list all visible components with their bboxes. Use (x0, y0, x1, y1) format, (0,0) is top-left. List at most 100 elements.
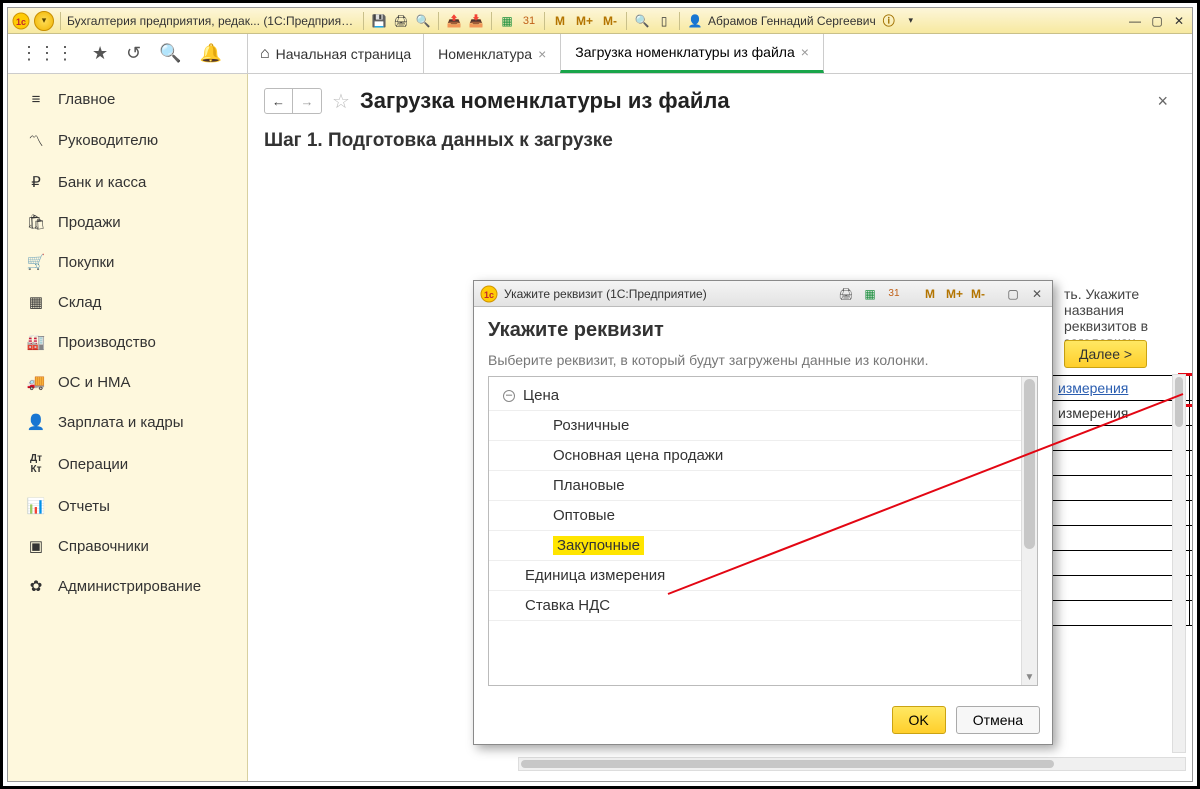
ok-button[interactable]: OK (892, 706, 946, 734)
vertical-scrollbar[interactable] (1172, 374, 1186, 753)
calendar-icon[interactable]: 31 (885, 285, 903, 303)
cell-price[interactable]: 195 (1190, 601, 1193, 626)
logo-1c: 1c (12, 12, 30, 30)
preview-icon[interactable]: 🔍 (414, 12, 432, 30)
sidebar-item-purchases[interactable]: 🛒Покупки (8, 242, 247, 282)
cell-unit[interactable] (1050, 451, 1190, 476)
cell-price[interactable]: 210 (1190, 576, 1193, 601)
cell-unit[interactable] (1050, 526, 1190, 551)
save-icon[interactable]: 💾 (370, 12, 388, 30)
tab-nomenclature[interactable]: Номенклатура × (423, 34, 561, 73)
favorite-star-icon[interactable]: ☆ (332, 89, 350, 114)
sidebar-item-main[interactable]: ≡Главное (8, 80, 247, 119)
panel-icon[interactable]: ▯ (655, 12, 673, 30)
cell-price[interactable]: 180 (1190, 501, 1193, 526)
calculator-icon[interactable]: ▦ (498, 12, 516, 30)
operations-icon: ДтКт (26, 453, 46, 475)
tree-scrollbar[interactable]: ▲ ▼ (1021, 377, 1037, 685)
sidebar-item-warehouse[interactable]: ▦Склад (8, 282, 247, 322)
m-plus-button[interactable]: M+ (945, 285, 964, 303)
cell-price[interactable]: 180 (1190, 476, 1193, 501)
cell-price[interactable]: 55 (1190, 551, 1193, 576)
m-plus-button[interactable]: M+ (573, 12, 596, 30)
notifications-icon[interactable]: 🔔 (200, 43, 222, 64)
truck-icon: 🚚 (26, 373, 46, 391)
sidebar-item-production[interactable]: 🏭Производство (8, 322, 247, 362)
tab-home[interactable]: ⌂ Начальная страница (247, 34, 424, 73)
m-minus-button[interactable]: M- (600, 12, 620, 30)
tree-node[interactable]: Розничные (489, 411, 1037, 441)
nav-back-forward[interactable]: ← → (264, 88, 322, 114)
maximize-icon[interactable]: ▢ (1004, 285, 1022, 303)
cell-unit[interactable] (1050, 551, 1190, 576)
collapse-icon[interactable]: – (503, 390, 515, 402)
books-icon: ▣ (26, 537, 46, 555)
calculator-icon[interactable]: ▦ (861, 285, 879, 303)
gear-icon: ✿ (26, 577, 46, 595)
apps-icon[interactable]: ⋮⋮⋮ (20, 43, 74, 64)
home-icon: ⌂ (260, 45, 270, 63)
sidebar-item-operations[interactable]: ДтКтОперации (8, 442, 247, 486)
attribute-tree[interactable]: – Цена Розничные Основная цена продажи П… (488, 376, 1038, 686)
cell-price[interactable]: 100 (1190, 426, 1193, 451)
doc-out-icon[interactable]: 📤 (445, 12, 463, 30)
sidebar-item-sales[interactable]: 🛍Продажи (8, 202, 247, 242)
page-close-icon[interactable]: × (1157, 91, 1176, 112)
tab-import[interactable]: Загрузка номенклатуры из файла × (560, 34, 824, 73)
back-icon[interactable]: ← (265, 89, 293, 113)
close-button[interactable]: ✕ (1170, 12, 1188, 30)
cell-unit[interactable] (1050, 576, 1190, 601)
sidebar-item-bank[interactable]: ₽Банк и касса (8, 162, 247, 202)
favorite-icon[interactable]: ★ (92, 43, 108, 64)
sidebar-item-manager[interactable]: 〽Руководителю (8, 119, 247, 162)
sidebar-item-reports[interactable]: 📊Отчеты (8, 486, 247, 526)
cell-unit[interactable] (1050, 476, 1190, 501)
minimize-button[interactable]: — (1126, 12, 1144, 30)
dialog-titlebar[interactable]: 1c Укажите реквизит (1С:Предприятие) 🖨 ▦… (474, 281, 1052, 307)
tree-node[interactable]: Оптовые (489, 501, 1037, 531)
print-icon[interactable]: 🖨 (392, 12, 410, 30)
tree-node[interactable]: Основная цена продажи (489, 441, 1037, 471)
close-icon[interactable]: ✕ (1028, 285, 1046, 303)
cancel-button[interactable]: Отмена (956, 706, 1040, 734)
cell-price[interactable]: 90 (1190, 526, 1193, 551)
tree-node-price[interactable]: – Цена (489, 381, 1037, 411)
horizontal-scrollbar[interactable] (518, 757, 1186, 771)
next-button[interactable]: Далее > (1064, 340, 1147, 368)
m-button[interactable]: M (921, 285, 939, 303)
maximize-button[interactable]: ▢ (1148, 12, 1166, 30)
cell-unit[interactable] (1050, 501, 1190, 526)
user-name[interactable]: Абрамов Геннадий Сергеевич (708, 14, 876, 28)
sidebar-item-admin[interactable]: ✿Администрирование (8, 566, 247, 606)
tree-node-selected[interactable]: Закупочные (489, 531, 1037, 561)
m-minus-button[interactable]: M- (970, 285, 986, 303)
cell-price[interactable]: Закупочные (1190, 401, 1193, 426)
tree-node[interactable]: Единица измерения (489, 561, 1037, 591)
col-header-unit[interactable]: измерения (1058, 380, 1128, 396)
info-icon[interactable]: ⓘ (880, 12, 898, 30)
calendar-icon[interactable]: 31 (520, 12, 538, 30)
print-icon[interactable]: 🖨 (837, 285, 855, 303)
bars-icon: 📊 (26, 497, 46, 515)
sidebar-item-assets[interactable]: 🚚ОС и НМА (8, 362, 247, 402)
scroll-down-icon[interactable]: ▼ (1022, 669, 1037, 685)
forward-icon[interactable]: → (293, 89, 321, 113)
close-icon[interactable]: × (538, 46, 546, 62)
history-icon[interactable]: ↺ (126, 43, 141, 64)
cell-price[interactable]: 150 (1190, 451, 1193, 476)
sidebar: ≡Главное 〽Руководителю ₽Банк и касса 🛍Пр… (8, 74, 248, 781)
zoom-icon[interactable]: 🔍 (633, 12, 651, 30)
cell-unit[interactable] (1050, 601, 1190, 626)
cell-unit[interactable] (1050, 426, 1190, 451)
m-button[interactable]: M (551, 12, 569, 30)
main-menu-dropdown[interactable]: ▾ (34, 11, 54, 31)
search-icon[interactable]: 🔍 (159, 43, 181, 64)
close-icon[interactable]: × (801, 44, 809, 60)
tree-node[interactable]: Ставка НДС (489, 591, 1037, 621)
sidebar-item-catalogs[interactable]: ▣Справочники (8, 526, 247, 566)
doc-in-icon[interactable]: 📥 (467, 12, 485, 30)
window-title: Бухгалтерия предприятия, редак... (1С:Пр… (67, 14, 357, 28)
tree-node[interactable]: Плановые (489, 471, 1037, 501)
sidebar-item-hr[interactable]: 👤Зарплата и кадры (8, 402, 247, 442)
cell-unit[interactable]: измерения (1050, 401, 1190, 426)
